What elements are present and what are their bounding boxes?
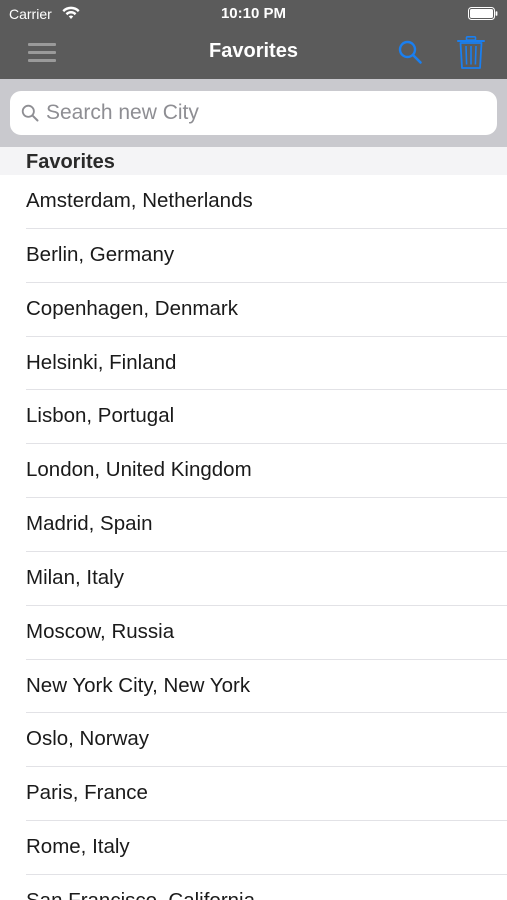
search-icon[interactable] — [397, 39, 423, 65]
list-item[interactable]: Amsterdam, Netherlands — [0, 175, 507, 229]
city-label: New York City, New York — [26, 673, 251, 697]
city-label: Copenhagen, Denmark — [26, 296, 238, 320]
app-screen: Carrier 10:10 PM Favorites Search new Ci… — [0, 0, 507, 900]
city-label: Helsinki, Finland — [26, 350, 177, 374]
list-item[interactable]: Paris, France — [0, 767, 507, 821]
navigation-bar: Favorites — [0, 28, 507, 79]
favorites-list: Amsterdam, Netherlands Berlin, Germany Cop… — [0, 175, 507, 900]
city-label: Milan, Italy — [26, 565, 124, 589]
magnifier-icon — [21, 104, 39, 122]
list-item[interactable]: Rome, Italy — [0, 821, 507, 875]
city-label: Lisbon, Portugal — [26, 404, 175, 428]
city-label: Oslo, Norway — [26, 727, 150, 751]
list-item[interactable]: Madrid, Spain — [0, 498, 507, 552]
list-item[interactable]: New York City, New York — [0, 660, 507, 714]
city-label: Moscow, Russia — [26, 619, 175, 643]
city-label: Paris, France — [26, 781, 148, 805]
city-label: Berlin, Germany — [26, 242, 175, 266]
battery-icon — [468, 7, 498, 20]
list-item[interactable]: San Francisco, California — [0, 875, 507, 900]
list-item[interactable]: Lisbon, Portugal — [0, 390, 507, 445]
status-time: 10:10 PM — [220, 5, 287, 22]
status-bar: Carrier 10:10 PM — [0, 0, 507, 28]
list-item[interactable]: Oslo, Norway — [0, 713, 507, 768]
search-input[interactable] — [46, 99, 486, 127]
search-bar-container — [0, 79, 507, 147]
list-item[interactable]: Berlin, Germany — [0, 229, 507, 283]
city-label: San Francisco, California — [26, 889, 255, 900]
city-label: London, United Kingdom — [26, 458, 252, 482]
list-item[interactable]: Milan, Italy — [0, 552, 507, 606]
city-label: Rome, Italy — [26, 835, 130, 859]
list-item[interactable]: Moscow, Russia — [0, 606, 507, 660]
list-item[interactable]: Copenhagen, Denmark — [0, 283, 507, 337]
city-label: Madrid, Spain — [26, 512, 153, 536]
city-label: Amsterdam, Netherlands — [26, 189, 253, 212]
list-item[interactable]: London, United Kingdom — [0, 444, 507, 498]
search-field[interactable] — [10, 91, 497, 135]
page-title: Favorites — [209, 40, 298, 62]
section-title: Favorites — [26, 151, 115, 173]
section-header: Favorites — [0, 147, 507, 175]
list-item[interactable]: Helsinki, Finland — [0, 337, 507, 391]
trash-icon[interactable] — [457, 36, 485, 70]
